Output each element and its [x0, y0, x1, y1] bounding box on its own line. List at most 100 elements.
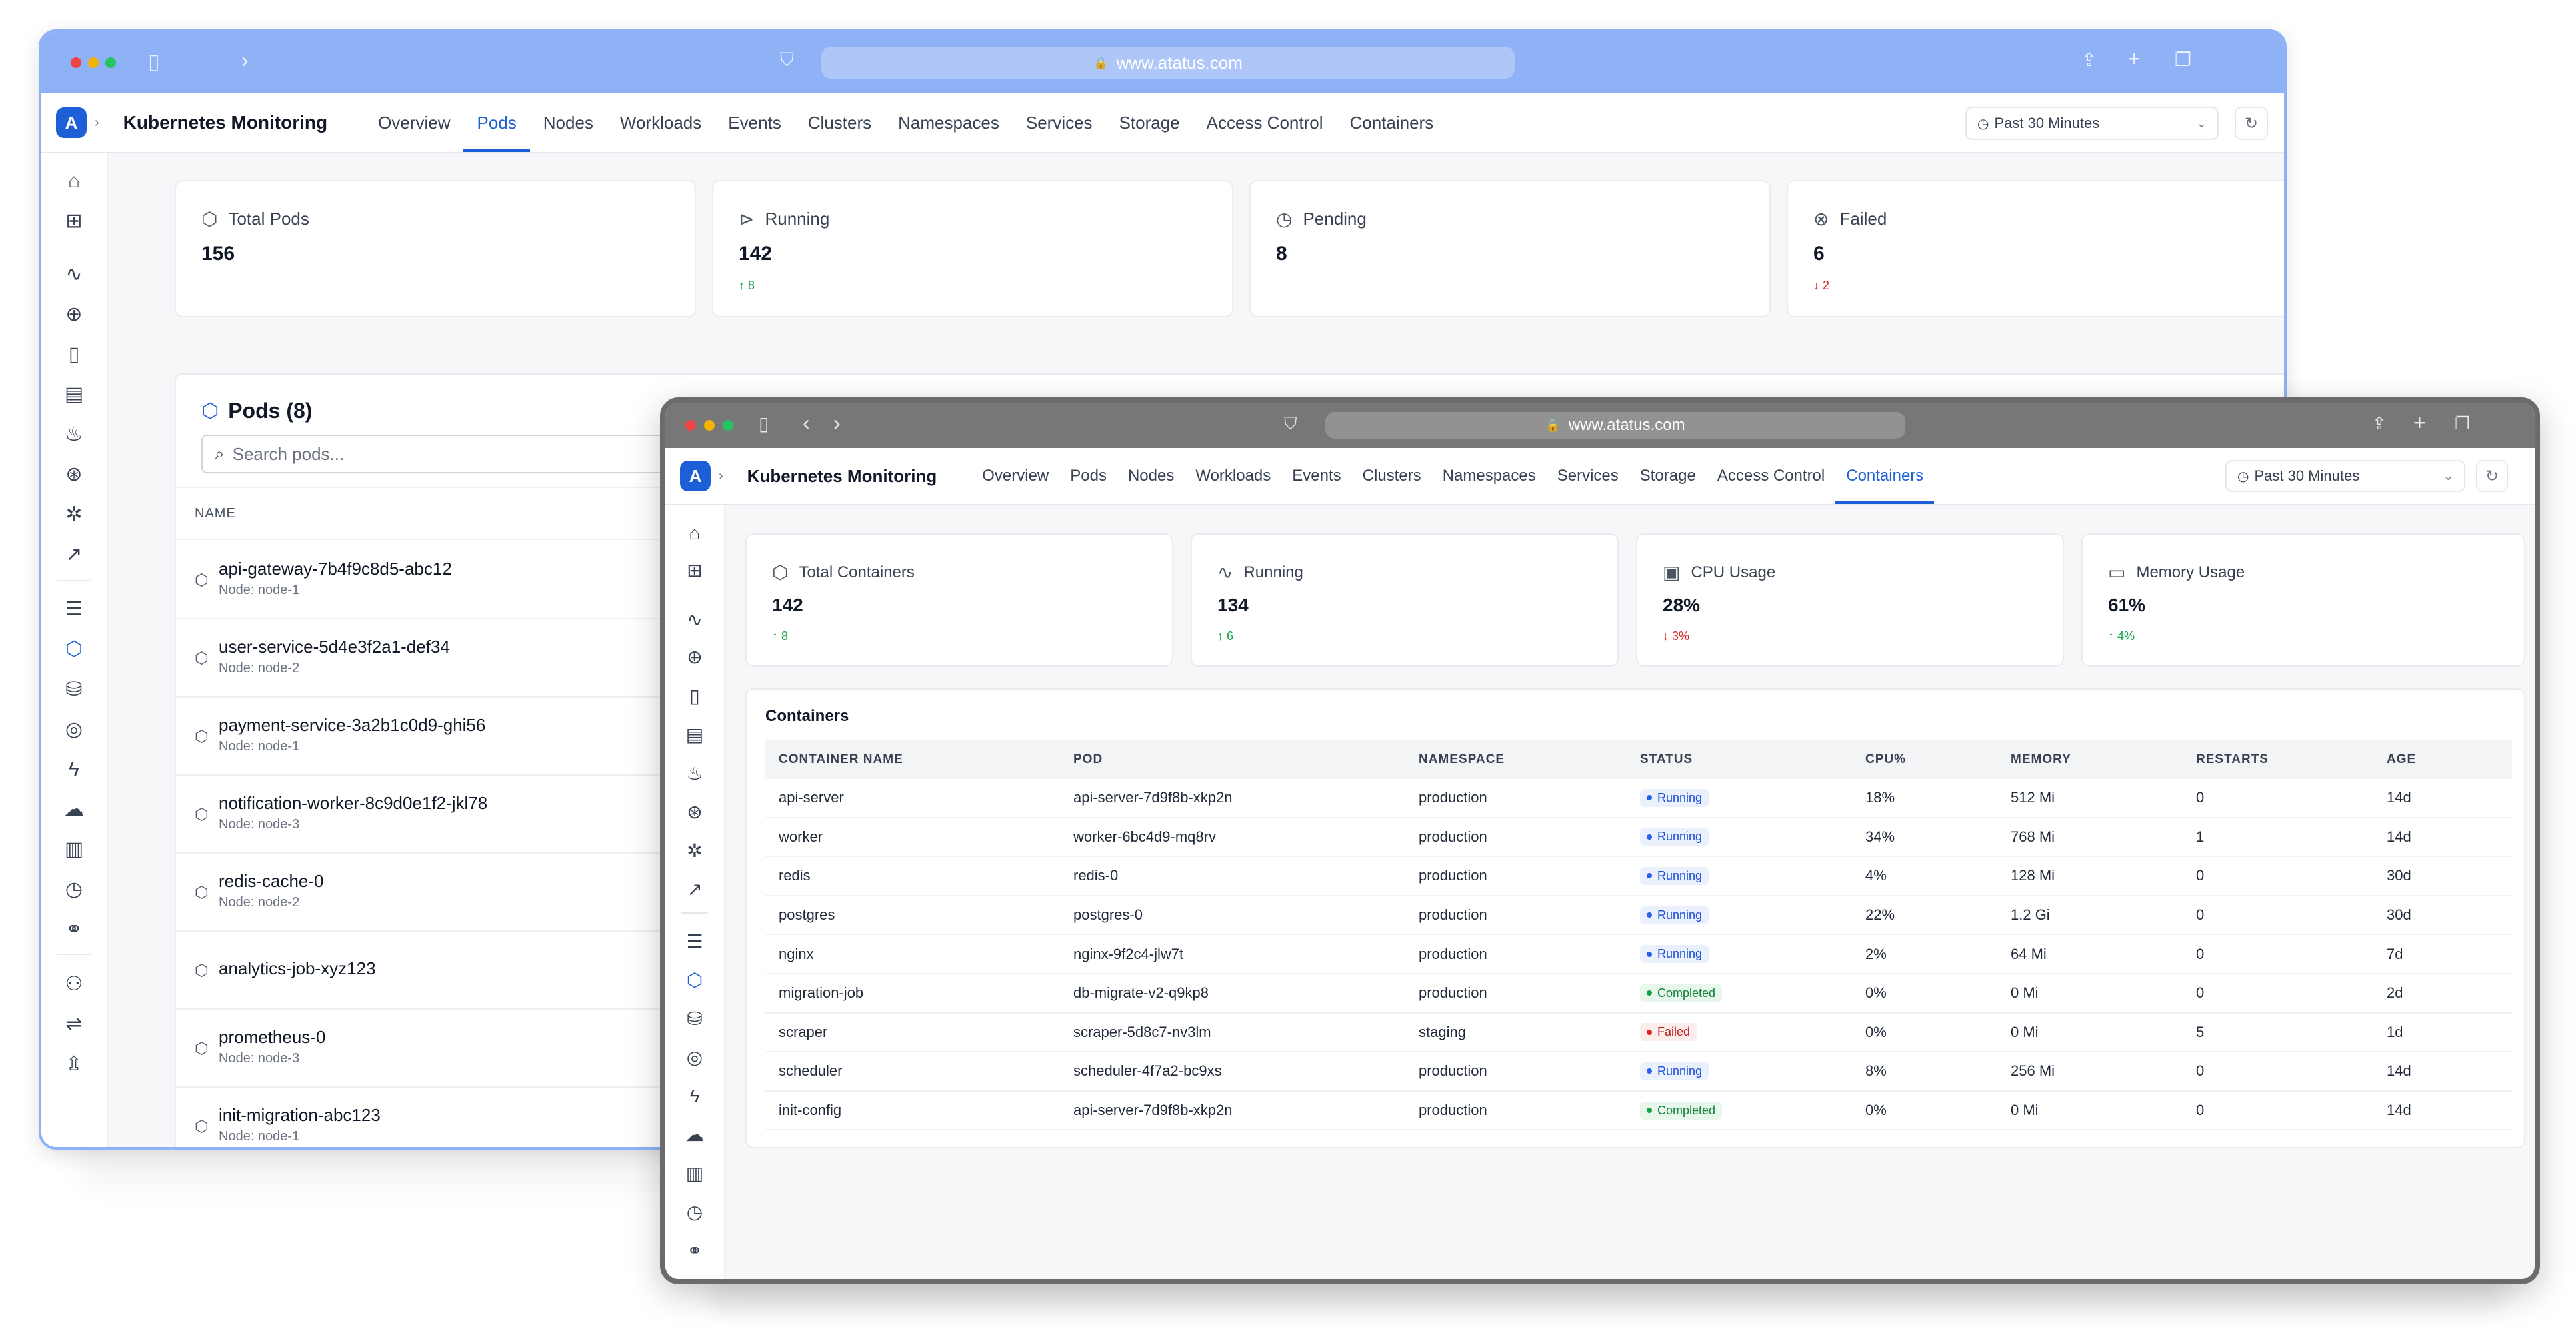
tab-nodes[interactable]: Nodes	[1117, 448, 1185, 504]
tab-workloads[interactable]: Workloads	[1185, 448, 1281, 504]
integrations-icon[interactable]: ⚭	[41, 915, 107, 944]
atatus-logo[interactable]: A	[680, 461, 711, 491]
chevron-right-icon[interactable]: ›	[719, 469, 723, 484]
tab-pods[interactable]: Pods	[463, 93, 531, 152]
bug-icon[interactable]: ✲	[41, 500, 107, 529]
database-icon[interactable]: ⛁	[665, 1004, 724, 1034]
close-window-button[interactable]	[685, 420, 696, 431]
table-row[interactable]: redis redis-0 production Running 4% 128 …	[765, 857, 2512, 896]
trend-icon[interactable]: ↗	[665, 875, 724, 904]
col-pod[interactable]: POD	[1073, 752, 1103, 767]
history-icon[interactable]: ◷	[41, 875, 107, 904]
lightning-icon[interactable]: ϟ	[41, 755, 107, 784]
globe-icon[interactable]: ⊕	[665, 643, 724, 672]
database-icon[interactable]: ⛁	[41, 675, 107, 704]
new-tab-icon[interactable]: +	[2413, 412, 2426, 433]
integrations-icon[interactable]: ⚭	[665, 1236, 724, 1266]
network-icon[interactable]: ⊛	[41, 460, 107, 489]
share-icon[interactable]: ⇪	[2372, 415, 2387, 432]
document-icon[interactable]: ▤	[665, 720, 724, 750]
tab-nodes[interactable]: Nodes	[530, 93, 607, 152]
refresh-button[interactable]: ↻	[2235, 107, 2268, 140]
dashboard-icon[interactable]: ⊞	[665, 556, 724, 585]
forward-icon[interactable]: ›	[833, 412, 841, 433]
server-icon[interactable]: ☰	[665, 927, 724, 956]
tab-access-control[interactable]: Access Control	[1707, 448, 1835, 504]
sidebar-toggle-icon[interactable]: ▯	[148, 51, 160, 72]
table-row[interactable]: worker worker-6bc4d9-mq8rv production Ru…	[765, 818, 2512, 858]
chevron-right-icon[interactable]: ›	[95, 115, 99, 131]
col-restarts[interactable]: RESTARTS	[2196, 752, 2269, 767]
lightning-icon[interactable]: ϟ	[665, 1082, 724, 1111]
col-memory[interactable]: MEMORY	[2011, 752, 2071, 767]
tab-containers[interactable]: Containers	[1336, 93, 1447, 152]
tab-services[interactable]: Services	[1013, 93, 1106, 152]
back-icon[interactable]: ‹	[803, 412, 810, 433]
minimize-window-button[interactable]	[88, 57, 99, 68]
cloud-icon[interactable]: ☁	[665, 1120, 724, 1150]
tab-overview[interactable]: Overview	[365, 93, 463, 152]
table-row[interactable]: api-server api-server-7d9f8b-xkp2n produ…	[765, 779, 2512, 818]
tab-events[interactable]: Events	[715, 93, 795, 152]
atatus-logo[interactable]: A	[56, 107, 87, 138]
mobile-icon[interactable]: ▯	[41, 340, 107, 369]
tabs-overview-icon[interactable]: ❐	[2175, 51, 2191, 69]
tab-clusters[interactable]: Clusters	[795, 93, 885, 152]
tab-storage[interactable]: Storage	[1106, 93, 1193, 152]
home-icon[interactable]: ⌂	[41, 167, 107, 196]
cloud-icon[interactable]: ☁	[41, 795, 107, 824]
sidebar-toggle-icon[interactable]: ▯	[759, 415, 769, 433]
fire-icon[interactable]: ♨	[665, 759, 724, 788]
hierarchy-icon[interactable]: ⚇	[41, 970, 107, 999]
bug-icon[interactable]: ✲	[665, 836, 724, 866]
tab-clusters[interactable]: Clusters	[1352, 448, 1432, 504]
apm-icon[interactable]: ∿	[665, 605, 724, 635]
routes-icon[interactable]: ⇌	[41, 1010, 107, 1039]
kubernetes-icon[interactable]: ⬡	[41, 632, 107, 667]
upload-icon[interactable]: ⇫	[41, 1050, 107, 1079]
trend-icon[interactable]: ↗	[41, 540, 107, 569]
url-bar[interactable]: 🔒 www.atatus.com	[821, 47, 1515, 79]
tab-containers[interactable]: Containers	[1835, 448, 1935, 504]
share-icon[interactable]: ⇪	[2081, 51, 2097, 69]
tab-storage[interactable]: Storage	[1629, 448, 1707, 504]
tab-namespaces[interactable]: Namespaces	[1432, 448, 1547, 504]
col-age[interactable]: AGE	[2387, 752, 2416, 767]
document-icon[interactable]: ▤	[41, 380, 107, 409]
time-range-select[interactable]: ◷ Past 30 Minutes ⌄	[2225, 460, 2465, 492]
table-row[interactable]: nginx nginx-9f2c4-jlw7t production Runni…	[765, 935, 2512, 974]
table-row[interactable]: migration-job db-migrate-v2-q9kp8 produc…	[765, 974, 2512, 1014]
col-container-name[interactable]: CONTAINER NAME	[779, 752, 903, 767]
chart-icon[interactable]: ▥	[41, 835, 107, 864]
target-icon[interactable]: ◎	[41, 715, 107, 744]
col-cpu[interactable]: CPU%	[1865, 752, 1906, 767]
kubernetes-icon[interactable]: ⬡	[665, 963, 724, 998]
table-row[interactable]: postgres postgres-0 production Running 2…	[765, 896, 2512, 936]
minimize-window-button[interactable]	[704, 420, 715, 431]
refresh-button[interactable]: ↻	[2476, 460, 2508, 492]
col-status[interactable]: STATUS	[1640, 752, 1693, 767]
maximize-window-button[interactable]	[723, 420, 733, 431]
target-icon[interactable]: ◎	[665, 1043, 724, 1072]
network-icon[interactable]: ⊛	[665, 798, 724, 827]
tabs-overview-icon[interactable]: ❐	[2455, 415, 2470, 432]
shield-icon[interactable]: ⛉	[780, 51, 794, 69]
url-bar[interactable]: 🔒 www.atatus.com	[1325, 412, 1905, 439]
chart-icon[interactable]: ▥	[665, 1159, 724, 1188]
mobile-icon[interactable]: ▯	[665, 682, 724, 711]
history-icon[interactable]: ◷	[665, 1198, 724, 1227]
home-icon[interactable]: ⌂	[665, 519, 724, 548]
dashboard-icon[interactable]: ⊞	[41, 207, 107, 236]
tab-services[interactable]: Services	[1547, 448, 1629, 504]
tab-access-control[interactable]: Access Control	[1193, 93, 1337, 152]
shield-icon[interactable]: ⛉	[1284, 415, 1297, 432]
forward-icon[interactable]: ›	[241, 49, 249, 71]
close-window-button[interactable]	[71, 57, 81, 68]
tab-workloads[interactable]: Workloads	[607, 93, 715, 152]
table-row[interactable]: init-config api-server-7d9f8b-xkp2n prod…	[765, 1092, 2512, 1131]
apm-icon[interactable]: ∿	[41, 260, 107, 289]
table-row[interactable]: scraper scraper-5d8c7-nv3lm staging Fail…	[765, 1014, 2512, 1053]
tab-events[interactable]: Events	[1281, 448, 1351, 504]
table-row[interactable]: scheduler scheduler-4f7a2-bc9xs producti…	[765, 1052, 2512, 1092]
server-icon[interactable]: ☰	[41, 595, 107, 624]
